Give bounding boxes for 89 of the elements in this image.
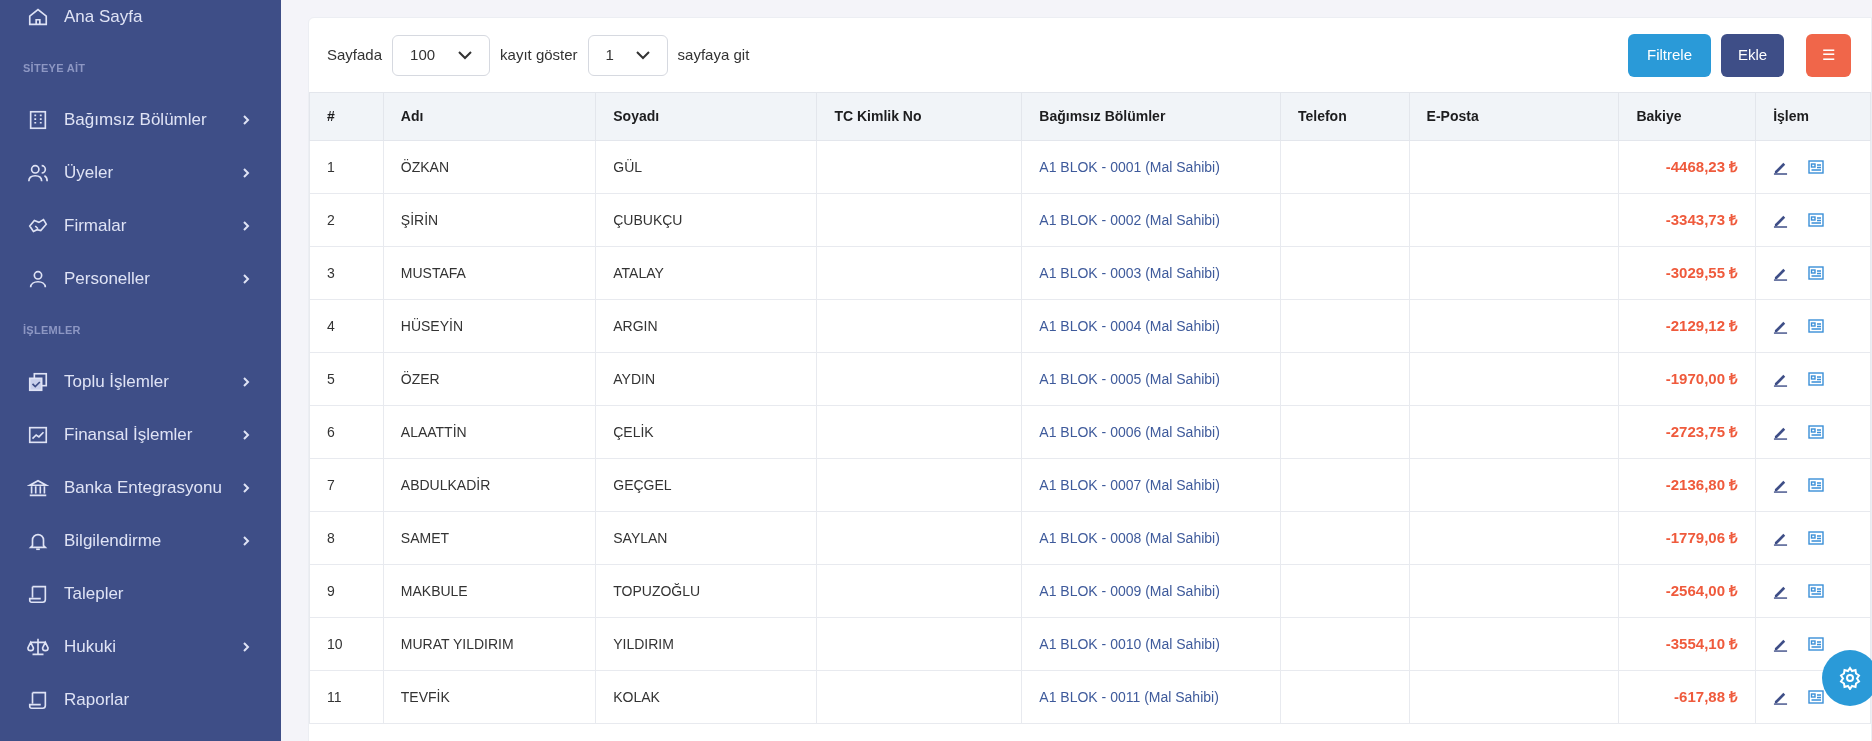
sidebar-item[interactable]: Hukuki <box>0 620 281 673</box>
id-card-icon[interactable] <box>1808 425 1825 439</box>
settings-icon <box>1838 666 1862 690</box>
table-cell: GEÇGEL <box>613 476 672 493</box>
table-cell: KOLAK <box>613 688 660 705</box>
id-card-icon[interactable] <box>1808 213 1825 227</box>
column-header: TC Kimlik No <box>816 92 1022 141</box>
table-cell: ÇUBUKÇU <box>613 211 683 228</box>
table-cell: SAMET <box>400 529 450 546</box>
column-header: Telefon <box>1280 92 1410 141</box>
table-cell: ÖZER <box>400 370 440 387</box>
table-cell: AYDIN <box>613 370 655 387</box>
table-cell: -2136,80 ₺ <box>1665 475 1739 493</box>
id-card-icon[interactable] <box>1808 478 1825 492</box>
table-cell: -3029,55 ₺ <box>1665 263 1739 281</box>
id-card-icon[interactable] <box>1808 372 1825 386</box>
column-header: # <box>309 92 384 141</box>
sidebar-heading: İŞLEMLER <box>22 322 82 338</box>
id-card-icon[interactable] <box>1808 690 1825 704</box>
table-cell: -1779,06 ₺ <box>1665 528 1739 546</box>
table-cell: 11 <box>327 688 342 705</box>
table-cell: 9 <box>327 582 335 599</box>
table-cell: MURAT YILDIRIM <box>400 635 514 652</box>
table-cell: MUSTAFA <box>400 264 466 281</box>
table-cell: -2564,00 ₺ <box>1665 581 1739 599</box>
building-icon <box>27 108 49 131</box>
table-cell: ABDULKADİR <box>400 476 491 493</box>
sidebar-item[interactable]: Toplu İşlemler <box>0 355 281 408</box>
id-card-icon[interactable] <box>1808 160 1825 174</box>
table-cell: ALAATTİN <box>400 423 467 440</box>
table-cell: 3 <box>327 264 335 281</box>
sidebar-heading: SİTEYE AİT <box>22 60 87 76</box>
column-header: Soyadı <box>595 92 817 141</box>
column-header: Adı <box>383 92 596 141</box>
table-cell: -1970,00 ₺ <box>1665 369 1739 387</box>
table-cell: ŞİRİN <box>400 211 439 228</box>
table-cell: 8 <box>327 529 335 546</box>
id-card-icon[interactable] <box>1808 637 1825 651</box>
toolbar-label: kayıt göster <box>500 44 578 65</box>
sidebar-item[interactable]: Ana Sayfa <box>0 0 281 43</box>
table-cell: ÇELİK <box>613 423 654 440</box>
table-cell: ÖZKAN <box>400 158 450 175</box>
chevron-down-icon <box>635 50 650 60</box>
table-cell: YILDIRIM <box>613 635 674 652</box>
table-cell: -2723,75 ₺ <box>1665 422 1739 440</box>
id-card-icon[interactable] <box>1808 531 1825 545</box>
table-cell: 7 <box>327 476 335 493</box>
table-cell: 4 <box>327 317 335 334</box>
table-cell: -2129,12 ₺ <box>1665 316 1739 334</box>
sidebar-item[interactable]: Bilgilendirme <box>0 514 281 567</box>
table-cell: SAYLAN <box>613 529 668 546</box>
table-cell: -4468,23 ₺ <box>1665 157 1739 175</box>
table-cell: TOPUZOĞLU <box>613 582 701 599</box>
table-cell: -617,88 ₺ <box>1674 687 1739 705</box>
table-cell: 10 <box>327 635 343 652</box>
column-header: E-Posta <box>1409 92 1619 141</box>
checked-copy-icon <box>27 370 49 393</box>
sidebar-item[interactable]: Üyeler <box>0 146 281 199</box>
sidebar-item[interactable]: Firmalar <box>0 199 281 252</box>
table-cell: HÜSEYİN <box>400 317 464 334</box>
chevron-down-icon <box>458 50 473 60</box>
table-cell: ARGIN <box>613 317 658 334</box>
toolbar-label: Sayfada <box>327 44 383 65</box>
table-cell: -3343,73 ₺ <box>1665 210 1739 228</box>
select-field[interactable]: 100 <box>392 34 491 76</box>
table-cell: TEVFİK <box>400 688 450 705</box>
column-header: Bakiye <box>1618 92 1756 141</box>
sidebar-item[interactable]: Personeller <box>0 252 281 305</box>
table-cell: MAKBULE <box>400 582 468 599</box>
table-cell: 1 <box>327 158 335 175</box>
table-cell: -3554,10 ₺ <box>1665 634 1739 652</box>
sidebar-item[interactable]: Banka Entegrasyonu <box>0 461 281 514</box>
column-header: İşlem <box>1755 92 1871 141</box>
table-cell: ATALAY <box>613 264 664 281</box>
sidebar-item[interactable]: Finansal İşlemler <box>0 408 281 461</box>
id-card-icon[interactable] <box>1808 584 1825 598</box>
sidebar-item[interactable]: Raporlar <box>0 673 281 726</box>
add-button[interactable]: Ekle <box>1721 33 1784 77</box>
id-card-icon[interactable] <box>1808 319 1825 333</box>
sidebar-item[interactable]: Bağımsız Bölümler <box>0 93 281 146</box>
sidebar-item[interactable]: Talepler <box>0 567 281 620</box>
toolbar-label: sayfaya git <box>677 44 750 65</box>
column-header: Bağımsız Bölümler <box>1021 92 1281 141</box>
table-cell: 2 <box>327 211 335 228</box>
id-card-icon[interactable] <box>1808 266 1825 280</box>
table-cell: GÜL <box>613 158 643 175</box>
select-field[interactable]: 1 <box>587 34 668 76</box>
table-cell: 6 <box>327 423 335 440</box>
table-cell: 5 <box>327 370 335 387</box>
